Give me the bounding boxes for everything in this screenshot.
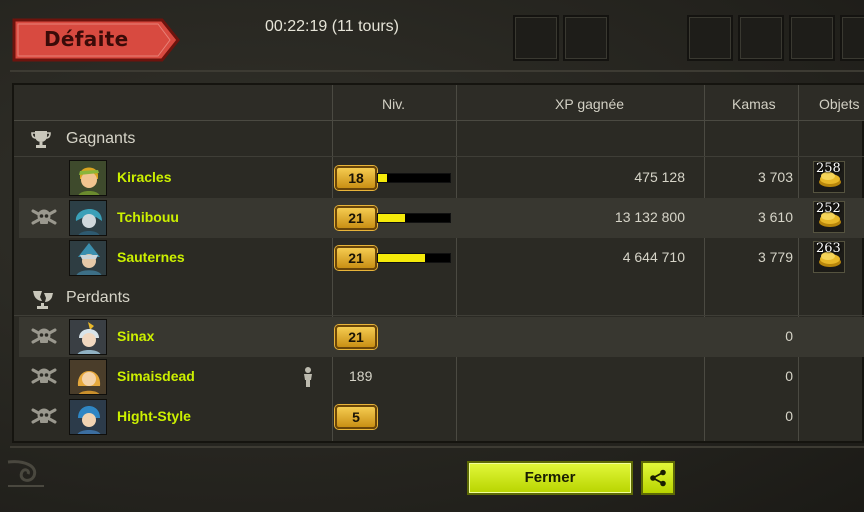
kamas-gained: 0 (785, 408, 793, 424)
bonus-slot (687, 15, 733, 61)
loot-item[interactable]: 252 (813, 201, 845, 233)
spectator-slot (563, 15, 609, 61)
skull-icon (31, 327, 57, 350)
group-label: Gagnants (66, 130, 136, 147)
xp-gained: 4 644 710 (622, 249, 685, 265)
avatar (69, 240, 107, 276)
results-table: Niv. XP gagnée Kamas Objets g Gagnants (12, 83, 864, 443)
loot-count: 258 (816, 161, 841, 176)
table-row[interactable]: Simaisdead 189 0 (19, 357, 864, 397)
skull-icon (31, 407, 57, 430)
table-row[interactable]: Sinax 21 0 (19, 317, 864, 357)
fight-duration: 00:22:19 (11 tours) (265, 18, 400, 35)
group-winners: Gagnants (14, 121, 864, 157)
player-name: Sinax (117, 328, 155, 344)
avatar (69, 200, 107, 236)
loot-item[interactable]: 258 (813, 161, 845, 193)
share-button[interactable] (641, 461, 675, 495)
avatar (69, 160, 107, 196)
bonus-slot (789, 15, 835, 61)
spectator-slot (513, 15, 559, 61)
avatar (69, 399, 107, 435)
table-header: Niv. XP gagnée Kamas Objets g (14, 85, 864, 121)
kamas-gained: 3 610 (757, 209, 793, 225)
group-losers: Perdants (14, 280, 864, 316)
level-value: 189 (349, 368, 373, 384)
loot-item[interactable]: 263 (813, 241, 845, 273)
table-row[interactable]: Tchibouu 21 13 132 800 3 610 252 (19, 198, 864, 238)
kamas-gained: 3 703 (757, 169, 793, 185)
xp-progress-fill (378, 254, 425, 262)
xp-progress-bar (377, 213, 451, 223)
column-header-kamas: Kamas (732, 96, 776, 112)
level-badge: 21 (335, 246, 377, 270)
column-header-xp: XP gagnée (555, 96, 625, 112)
footer-divider (10, 446, 864, 448)
kamas-gained: 0 (785, 328, 793, 344)
fight-result-window: Défaite 00:22:19 (11 tours) Niv. XP gagn… (0, 0, 864, 512)
table-row[interactable]: Kiracles 18 475 128 3 703 258 (19, 158, 864, 198)
table-row[interactable]: Sauternes 21 4 644 710 3 779 263 (19, 238, 864, 278)
bonus-slot (840, 15, 864, 61)
player-name: Kiracles (117, 169, 172, 185)
column-header-loot: Objets g (819, 96, 864, 112)
broken-trophy-icon (30, 288, 56, 315)
table-row[interactable]: Hight-Style 5 0 (19, 397, 864, 437)
companion-icon (301, 366, 315, 393)
xp-gained: 13 132 800 (614, 209, 685, 225)
xp-progress-bar (377, 173, 451, 183)
level-badge: 21 (335, 325, 377, 349)
close-button[interactable]: Fermer (467, 461, 633, 495)
player-name: Tchibouu (117, 209, 179, 225)
level-badge: 5 (335, 405, 377, 429)
header-divider (10, 70, 864, 72)
player-name: Hight-Style (117, 408, 191, 424)
avatar (69, 359, 107, 395)
bonus-slot (738, 15, 784, 61)
skull-icon (31, 367, 57, 390)
column-header-level: Niv. (382, 96, 406, 112)
xp-gained: 475 128 (634, 169, 685, 185)
player-name: Simaisdead (117, 368, 195, 384)
kamas-gained: 0 (785, 368, 793, 384)
level-badge: 18 (335, 166, 377, 190)
xp-progress-fill (378, 174, 387, 182)
result-banner: Défaite (12, 18, 180, 62)
trophy-icon (30, 129, 52, 154)
player-name: Sauternes (117, 249, 185, 265)
share-icon (650, 469, 666, 487)
level-badge: 21 (335, 206, 377, 230)
result-label: Défaite (44, 27, 129, 51)
xp-progress-bar (377, 253, 451, 263)
avatar (69, 319, 107, 355)
loot-count: 252 (816, 201, 841, 216)
loot-count: 263 (816, 241, 841, 256)
skull-icon (31, 208, 57, 231)
kamas-gained: 3 779 (757, 249, 793, 265)
group-label: Perdants (66, 289, 131, 306)
corner-ornament (4, 456, 48, 501)
xp-progress-fill (378, 214, 406, 222)
